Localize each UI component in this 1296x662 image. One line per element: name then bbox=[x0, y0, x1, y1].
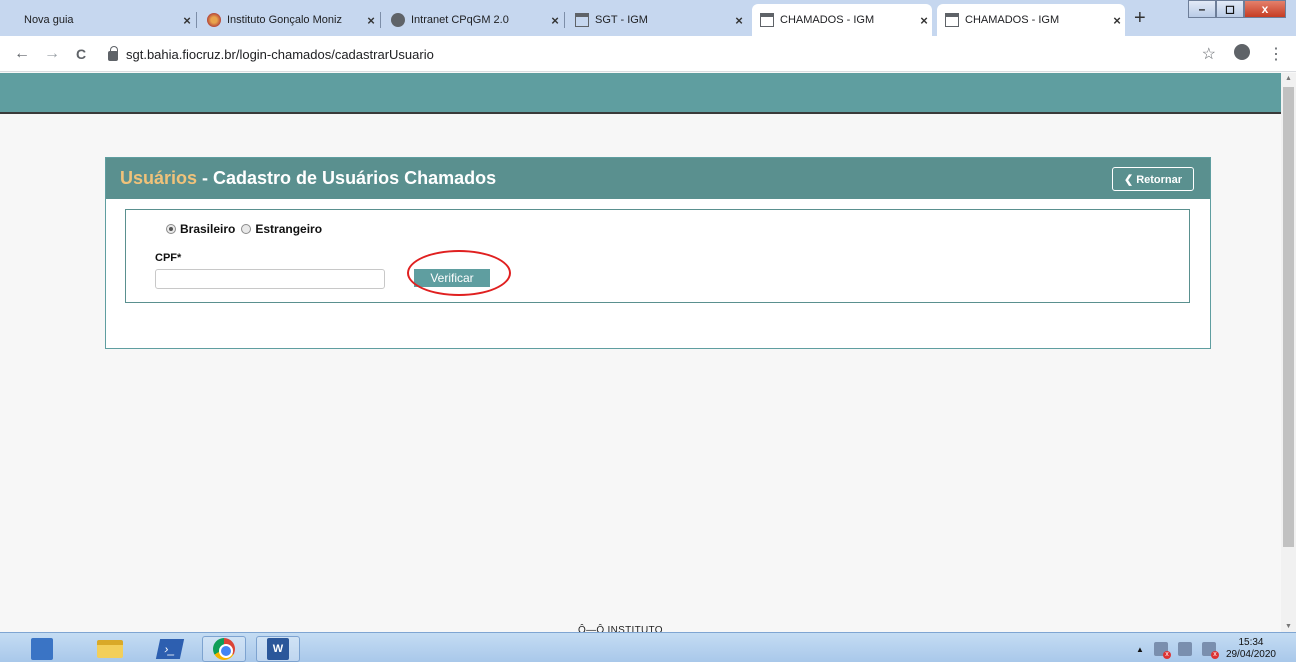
tab-title: CHAMADOS - IGM bbox=[965, 14, 1060, 26]
close-icon[interactable]: × bbox=[731, 13, 747, 28]
form-box: Brasileiro Estrangeiro CPF* Verificar bbox=[125, 209, 1190, 303]
tab-separator bbox=[196, 12, 197, 28]
clock-date: 29/04/2020 bbox=[1225, 649, 1276, 660]
radio-label: Estrangeiro bbox=[255, 222, 323, 236]
tab-sgt-igm[interactable]: SGT - IGM × bbox=[567, 4, 747, 36]
new-tab-button[interactable]: + bbox=[1134, 6, 1146, 30]
taskbar-powershell[interactable]: ›_ bbox=[148, 636, 192, 662]
start-icon bbox=[31, 638, 53, 660]
back-button[interactable]: ← bbox=[14, 45, 30, 63]
address-bar[interactable]: sgt.bahia.fiocruz.br/login-chamados/cada… bbox=[108, 41, 1198, 67]
volume-muted-icon[interactable] bbox=[1201, 642, 1219, 659]
close-icon[interactable]: × bbox=[179, 13, 195, 28]
word-icon: W bbox=[267, 638, 289, 660]
panel-title-prefix: Usuários bbox=[120, 168, 198, 188]
close-icon[interactable]: × bbox=[363, 13, 379, 28]
page-scrollbar[interactable]: ▲ ▼ bbox=[1281, 73, 1296, 632]
tab-title: Nova guia bbox=[24, 14, 74, 26]
tab-title: SGT - IGM bbox=[595, 14, 648, 26]
taskbar-word[interactable]: W bbox=[256, 636, 300, 662]
chrome-icon bbox=[213, 638, 235, 660]
tab-chamados-igm-active[interactable]: CHAMADOS - IGM × bbox=[752, 4, 932, 36]
scroll-down-icon[interactable]: ▼ bbox=[1285, 623, 1292, 630]
panel-header: Usuários - Cadastro de Usuários Chamados… bbox=[106, 158, 1210, 199]
cadastro-panel: Usuários - Cadastro de Usuários Chamados… bbox=[105, 157, 1211, 349]
cpf-label: CPF* bbox=[155, 252, 182, 264]
panel-title: - Cadastro de Usuários Chamados bbox=[197, 168, 497, 188]
globe-icon bbox=[391, 13, 405, 27]
page-icon bbox=[945, 13, 959, 27]
radio-brasileiro[interactable]: Brasileiro bbox=[166, 222, 235, 236]
powershell-icon: ›_ bbox=[155, 639, 185, 659]
scroll-up-icon[interactable]: ▲ bbox=[1285, 75, 1292, 82]
tab-title: Intranet CPqGM 2.0 bbox=[411, 14, 509, 26]
tab-separator bbox=[380, 12, 381, 28]
page-icon bbox=[760, 13, 774, 27]
close-icon[interactable]: × bbox=[547, 13, 563, 28]
browser-menu-icon[interactable]: ⋮ bbox=[1268, 44, 1284, 64]
reload-button[interactable]: C bbox=[76, 46, 86, 62]
close-icon[interactable]: × bbox=[1109, 13, 1125, 28]
url-text: sgt.bahia.fiocruz.br/login-chamados/cada… bbox=[126, 46, 434, 62]
taskbar-start[interactable] bbox=[20, 636, 64, 662]
site-header bbox=[0, 73, 1281, 114]
lock-icon bbox=[108, 46, 118, 61]
minimize-button[interactable]: – bbox=[1188, 0, 1216, 18]
page-icon bbox=[575, 13, 589, 27]
radio-button-checked[interactable] bbox=[166, 224, 176, 234]
tab-instituto-goncalo-moniz[interactable]: Instituto Gonçalo Moniz × bbox=[199, 4, 381, 36]
bookmark-star-icon[interactable]: ☆ bbox=[1202, 44, 1216, 64]
scrollbar-thumb[interactable] bbox=[1283, 87, 1294, 547]
forward-button[interactable]: → bbox=[44, 45, 60, 63]
retornar-button[interactable]: ❮ Retornar bbox=[1112, 167, 1194, 191]
highlight-annotation bbox=[407, 250, 511, 296]
close-icon[interactable]: × bbox=[916, 13, 932, 28]
tab-title: CHAMADOS - IGM bbox=[780, 14, 875, 26]
browser-toolbar: ← → C sgt.bahia.fiocruz.br/login-chamado… bbox=[0, 36, 1296, 72]
toolbar-right: ☆ ⋮ bbox=[1202, 44, 1284, 64]
radio-label: Brasileiro bbox=[180, 222, 236, 236]
maximize-button[interactable]: ◻ bbox=[1216, 0, 1244, 18]
taskbar-chrome[interactable] bbox=[202, 636, 246, 662]
network-icon[interactable] bbox=[1177, 642, 1192, 656]
cpf-input[interactable] bbox=[155, 269, 385, 289]
profile-icon[interactable] bbox=[1234, 44, 1250, 60]
page-viewport: Usuários - Cadastro de Usuários Chamados… bbox=[0, 73, 1281, 632]
taskbar: ›_ W ▲ 15:34 29/04/2020 bbox=[0, 632, 1296, 662]
radio-button[interactable] bbox=[241, 224, 252, 234]
tab-nova-guia[interactable]: Nova guia × bbox=[0, 4, 197, 36]
browser-tab-strip: Nova guia × Instituto Gonçalo Moniz × In… bbox=[0, 0, 1296, 36]
tab-title: Instituto Gonçalo Moniz bbox=[227, 14, 342, 26]
nationality-radio-group: Brasileiro Estrangeiro bbox=[166, 222, 328, 236]
show-hidden-icons-icon[interactable]: ▲ bbox=[1136, 645, 1144, 654]
window-controls: – ◻ x bbox=[1188, 0, 1286, 18]
clock[interactable]: 15:34 29/04/2020 bbox=[1226, 637, 1276, 661]
close-window-button[interactable]: x bbox=[1244, 0, 1286, 18]
radio-estrangeiro[interactable]: Estrangeiro bbox=[241, 222, 322, 236]
tab-separator bbox=[564, 12, 565, 28]
tab-chamados-igm[interactable]: CHAMADOS - IGM × bbox=[937, 4, 1125, 36]
file-explorer-icon bbox=[97, 640, 123, 658]
clock-time: 15:34 bbox=[1238, 637, 1264, 648]
tab-intranet-cpqgm[interactable]: Intranet CPqGM 2.0 × bbox=[383, 4, 565, 36]
taskbar-file-explorer[interactable] bbox=[88, 636, 132, 662]
igm-logo-icon bbox=[207, 13, 221, 27]
action-center-icon[interactable] bbox=[1153, 642, 1171, 659]
system-tray: ▲ 15:34 29/04/2020 bbox=[1136, 637, 1276, 661]
